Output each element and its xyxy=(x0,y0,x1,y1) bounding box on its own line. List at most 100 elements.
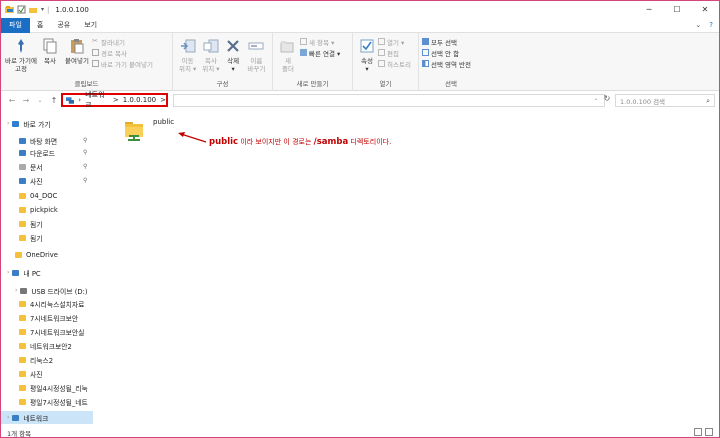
nav-item[interactable]: 네트워크보안2 xyxy=(1,339,93,352)
select-none-button[interactable]: 선택 안 함 xyxy=(422,48,471,58)
nav-item[interactable]: 평일7시정성될_네트 xyxy=(1,395,93,408)
nav-item[interactable]: 사진 ⚲ xyxy=(1,174,93,187)
rename-label: 이름 바꾸기 xyxy=(247,57,266,73)
select-none-icon xyxy=(422,49,429,56)
nav-item[interactable]: › 내 PC xyxy=(1,266,93,279)
nav-item[interactable]: 사진 xyxy=(1,367,93,380)
minimize-button[interactable]: ─ xyxy=(635,1,663,18)
tab-home[interactable]: 홈 xyxy=(30,18,50,33)
nav-item[interactable]: › 바로 가기 xyxy=(1,117,93,130)
nav-item-label: 04_DOC xyxy=(30,191,58,200)
new-item-button[interactable]: 새 항목 ▾ xyxy=(300,37,340,47)
new-folder-label: 새 폴더 xyxy=(282,57,294,73)
paste-shortcut-icon xyxy=(92,60,99,67)
folder-icon xyxy=(19,328,26,335)
paste-icon xyxy=(71,39,84,54)
select-group-label: 선택 xyxy=(445,80,457,88)
network-icon xyxy=(12,414,20,421)
explorer-icon xyxy=(5,6,14,13)
rename-icon xyxy=(248,42,264,50)
close-button[interactable]: ✕ xyxy=(691,1,719,18)
nav-item-label: 내 PC xyxy=(23,269,41,278)
address-breadcrumb[interactable]: › 네트워크 > 1.0.0.100 > xyxy=(61,90,168,110)
nav-item[interactable]: 평일4시정성될_리눅 xyxy=(1,381,93,394)
nav-item[interactable]: 됨기 xyxy=(1,217,93,230)
nav-item[interactable]: 4시리눅스설치자료 xyxy=(1,297,93,310)
forward-arrow-icon[interactable]: → xyxy=(19,96,33,105)
back-arrow-icon[interactable]: ← xyxy=(5,96,19,105)
nav-item[interactable]: 리눅스2 xyxy=(1,353,93,366)
copy-to-icon xyxy=(203,39,219,53)
new-item-label: 새 항목 ▾ xyxy=(309,38,335,47)
invert-selection-button[interactable]: 선택 영역 반전 xyxy=(422,59,471,69)
tab-share[interactable]: 공유 xyxy=(50,18,77,33)
history-label: 히스토리 xyxy=(387,60,411,69)
copy-path-button[interactable]: 경로 복사 xyxy=(92,48,153,58)
open-button[interactable]: 열기 ▾ xyxy=(378,37,411,47)
breadcrumb-host[interactable]: 1.0.0.100 xyxy=(123,96,156,104)
shared-folder-icon[interactable] xyxy=(123,119,145,141)
nav-item[interactable]: pickpick xyxy=(1,203,93,216)
content-area: public public 이라 보이지만 이 경로는 /samba 디렉토리이… xyxy=(97,113,717,427)
tab-view[interactable]: 보기 xyxy=(77,18,104,33)
nav-item[interactable]: 됨기 xyxy=(1,231,93,244)
edit-button[interactable]: 편집 xyxy=(378,48,411,58)
recent-dropdown-icon[interactable]: ⌄ xyxy=(33,97,47,104)
folder-icon xyxy=(19,192,26,199)
breadcrumb-separator[interactable]: > xyxy=(113,96,119,104)
paste-label: 붙여넣기 xyxy=(65,57,89,65)
expand-chevron-icon[interactable]: › xyxy=(7,120,9,127)
search-input[interactable]: 1.0.0.100 검색 ⌕ xyxy=(615,94,715,107)
breadcrumb-separator-start[interactable]: › xyxy=(78,96,81,104)
details-view-icon[interactable] xyxy=(694,428,702,436)
paste-shortcut-button[interactable]: 바로 가기 붙여넣기 xyxy=(92,59,153,69)
new-group-label: 새로 만들기 xyxy=(296,80,329,88)
ribbon-collapse-icon[interactable]: ⌄ xyxy=(695,21,701,29)
nav-item[interactable]: 다운로드 ⚲ xyxy=(1,146,93,159)
nav-item-label: 바로 가기 xyxy=(23,120,51,129)
large-icons-view-icon[interactable] xyxy=(705,428,713,436)
expand-chevron-icon[interactable]: › xyxy=(7,269,9,276)
quick-access-dropdown-icon[interactable]: ▾ xyxy=(41,6,44,13)
search-icon: ⌕ xyxy=(706,97,710,105)
expand-chevron-icon[interactable]: › xyxy=(7,414,9,421)
nav-item[interactable]: › 네트워크 xyxy=(1,411,93,424)
nav-item[interactable]: 문서 ⚲ xyxy=(1,160,93,173)
easy-access-button[interactable]: 빠른 연결 ▾ xyxy=(300,48,340,58)
search-placeholder: 1.0.0.100 검색 xyxy=(620,97,666,106)
nav-item-label: 네트워크보안2 xyxy=(30,342,72,351)
annotation-text: public 이라 보이지만 이 경로는 /samba 디렉토리이다. xyxy=(209,137,391,147)
refresh-icon[interactable]: ↻ xyxy=(601,94,613,107)
nav-item[interactable]: 04_DOC xyxy=(1,189,93,202)
nav-item[interactable]: OneDrive xyxy=(1,248,93,261)
nav-item[interactable]: 7시네트워크보안 xyxy=(1,311,93,324)
folder-label-public[interactable]: public xyxy=(153,118,174,126)
item-count: 1개 항목 xyxy=(7,429,32,438)
properties-icon[interactable] xyxy=(17,5,26,14)
properties-check-icon xyxy=(360,39,374,53)
nav-item[interactable]: 7시네트워크보안실 xyxy=(1,325,93,338)
delete-icon xyxy=(227,40,239,52)
up-arrow-icon[interactable]: ↑ xyxy=(47,96,61,105)
pinned-icon: ⚲ xyxy=(83,177,88,184)
window-title: 1.0.0.100 xyxy=(55,5,89,14)
history-icon xyxy=(378,60,385,67)
ribbon: 바로 가기에 고정 복사 붙여넣기 ✂ 잘라내기 경로 복사 바로 가기 붙여넣기… xyxy=(1,33,719,91)
breadcrumb-separator-end[interactable]: > xyxy=(160,96,166,104)
help-icon[interactable]: ? xyxy=(709,21,713,29)
tab-file[interactable]: 파일 xyxy=(1,17,30,33)
address-bar-field[interactable] xyxy=(173,94,605,107)
select-all-button[interactable]: 모두 선택 xyxy=(422,37,471,47)
new-folder-quick-icon[interactable] xyxy=(29,5,38,14)
breadcrumb-network[interactable]: 네트워크 xyxy=(85,90,109,110)
pin-icon xyxy=(18,39,24,53)
nav-item[interactable]: › USB 드라이브 (D:) xyxy=(1,284,93,297)
folder-icon xyxy=(19,342,26,349)
cut-button[interactable]: ✂ 잘라내기 xyxy=(92,37,153,47)
maximize-button[interactable]: ☐ xyxy=(663,1,691,18)
edit-label: 편집 xyxy=(387,49,399,58)
expand-chevron-icon[interactable]: › xyxy=(15,287,17,294)
history-button[interactable]: 히스토리 xyxy=(378,59,411,69)
window-controls: ─ ☐ ✕ xyxy=(635,1,719,18)
copy-path-icon xyxy=(92,49,99,56)
